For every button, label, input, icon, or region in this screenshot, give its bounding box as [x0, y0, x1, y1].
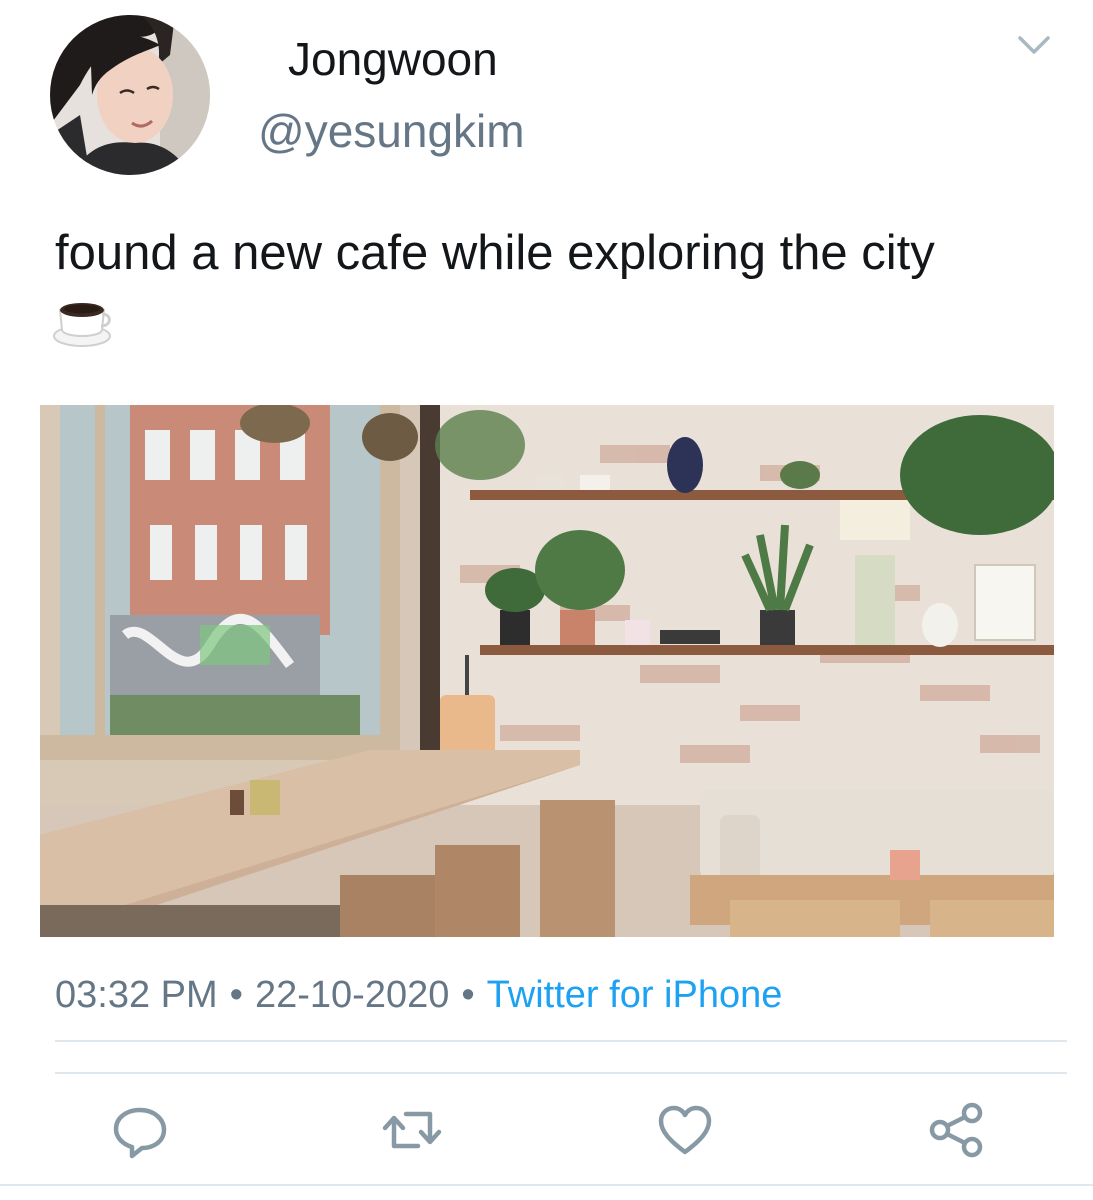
tweet-text: found a new cafe while exploring the cit…: [55, 226, 935, 280]
meta-separator: •: [461, 974, 475, 1016]
user-handle[interactable]: @yesungkim: [258, 108, 525, 154]
tweet-date: 22-10-2020: [254, 974, 450, 1016]
divider: [55, 1072, 1067, 1074]
share-icon[interactable]: [926, 1100, 986, 1160]
avatar-image: [50, 15, 210, 175]
tweet-meta: 03:32 PM • 22-10-2020 • Twitter for iPhone: [55, 976, 782, 1014]
tweet-card: Jongwoon @yesungkim found a new cafe whi…: [0, 0, 1093, 1200]
tweet-photo[interactable]: [40, 405, 1054, 937]
hot-beverage-icon: [53, 303, 111, 347]
reply-icon[interactable]: [110, 1100, 170, 1160]
tweet-time: 03:32 PM: [55, 974, 218, 1016]
display-name[interactable]: Jongwoon: [288, 36, 498, 82]
cafe-photo-image: [40, 405, 1054, 937]
avatar[interactable]: [50, 15, 210, 175]
tweet-source-link[interactable]: Twitter for iPhone: [487, 974, 783, 1016]
bottom-border: [0, 1184, 1093, 1186]
retweet-icon[interactable]: [382, 1100, 442, 1160]
divider: [55, 1040, 1067, 1042]
meta-separator: •: [229, 974, 243, 1016]
heart-icon[interactable]: [655, 1100, 715, 1160]
chevron-down-icon[interactable]: [1014, 30, 1054, 60]
